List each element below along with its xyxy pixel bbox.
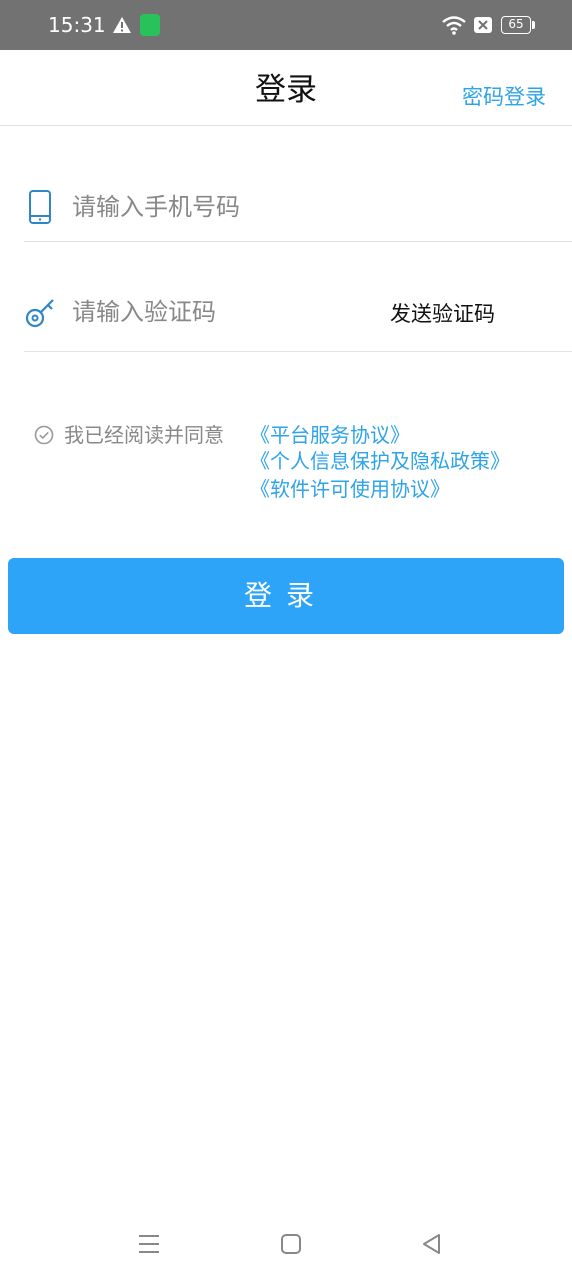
home-icon[interactable] <box>277 1230 305 1258</box>
status-time: 15:31 <box>48 13 106 37</box>
phone-icon <box>29 190 51 224</box>
platform-service-agreement-link[interactable]: 《平台服务协议》 <box>250 422 410 449</box>
status-bar: 15:31 65 <box>0 0 572 50</box>
password-login-link[interactable]: 密码登录 <box>462 82 546 112</box>
agreement-prefix: 我已经阅读并同意 <box>64 423 224 447</box>
agree-checkbox[interactable] <box>34 425 54 445</box>
battery-tip <box>532 21 535 29</box>
wifi-icon <box>442 16 466 35</box>
code-field-row: 发送验证码 <box>24 270 572 352</box>
privacy-policy-link[interactable]: 《个人信息保护及隐私政策》 <box>250 448 510 475</box>
key-icon <box>25 299 54 328</box>
navigation-bar <box>0 1216 572 1280</box>
warning-icon <box>113 17 131 33</box>
battery-icon: 65 <box>501 16 531 34</box>
menu-icon[interactable] <box>135 1230 163 1258</box>
header: 登录 密码登录 <box>0 50 572 126</box>
phone-field-row <box>24 165 572 242</box>
login-button[interactable]: 登录 <box>8 558 564 634</box>
back-icon[interactable] <box>418 1230 446 1258</box>
software-license-link[interactable]: 《软件许可使用协议》 <box>250 476 450 503</box>
verification-code-input[interactable] <box>72 294 372 330</box>
agreement-section: 我已经阅读并同意 《平台服务协议》 《个人信息保护及隐私政策》 《软件许可使用协… <box>34 422 554 508</box>
phone-input[interactable] <box>72 189 542 225</box>
no-sim-icon <box>474 17 492 33</box>
send-code-button[interactable]: 发送验证码 <box>390 300 495 328</box>
app-notification-icon <box>140 14 160 36</box>
